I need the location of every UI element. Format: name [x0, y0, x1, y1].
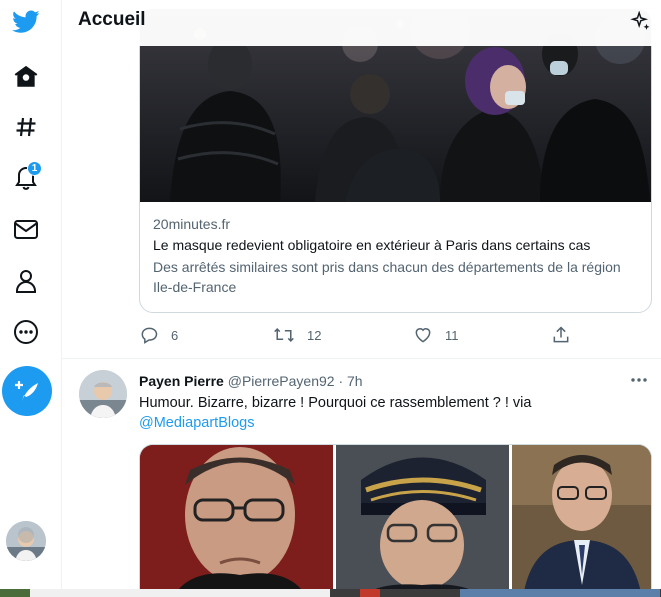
tweet-media-grid[interactable]	[139, 444, 652, 590]
taskbar-segment	[360, 589, 380, 597]
share-icon	[553, 326, 569, 343]
tweet-actions: 6 12 11	[139, 322, 579, 348]
tweet-divider	[62, 358, 661, 359]
more-dots-icon[interactable]	[627, 370, 651, 390]
timeline-header: Accueil	[62, 0, 661, 46]
home-icon[interactable]	[0, 55, 52, 99]
tweet-body: Humour. Bizarre, bizarre ! Pourquoi ce r…	[139, 395, 532, 411]
retweet-count: 12	[307, 327, 322, 343]
page-title: Accueil	[78, 9, 146, 30]
tweet-text: Humour. Bizarre, bizarre ! Pourquoi ce r…	[139, 393, 639, 433]
compose-tweet-button[interactable]	[2, 366, 52, 416]
more-circle-icon[interactable]	[0, 310, 52, 354]
sparkle-icon[interactable]	[626, 7, 656, 37]
tweet-time[interactable]: · 7h	[338, 373, 362, 389]
hashtag-icon[interactable]	[0, 105, 52, 149]
media-photo[interactable]	[512, 445, 651, 590]
like-count: 11	[445, 327, 459, 343]
media-photo[interactable]	[140, 445, 333, 590]
link-card[interactable]: 20minutes.fr Le masque redevient obligat…	[139, 8, 652, 313]
share-button[interactable]	[551, 322, 583, 348]
left-sidebar: 1	[0, 0, 52, 590]
media-photo[interactable]	[336, 445, 509, 590]
link-card-domain: 20minutes.fr	[153, 216, 231, 232]
mention-link[interactable]: @MediapartBlogs	[139, 415, 254, 431]
compose-tweet-icon	[15, 381, 38, 401]
reply-button[interactable]: 6	[139, 322, 178, 348]
avatar[interactable]	[79, 370, 127, 418]
like-button[interactable]: 11	[413, 322, 459, 348]
account-avatar[interactable]	[6, 521, 46, 561]
timeline-column: Accueil 20minutes.fr Le masque redevient…	[61, 0, 661, 590]
os-taskbar	[0, 589, 661, 597]
link-card-meta: 20minutes.fr Le masque redevient obligat…	[153, 214, 639, 297]
mail-icon[interactable]	[0, 208, 52, 252]
taskbar-segment	[0, 589, 30, 597]
author-name[interactable]: Payen Pierre	[139, 373, 224, 389]
link-card-title: Le masque redevient obligatoire en extér…	[153, 237, 591, 253]
taskbar-segment	[460, 589, 660, 597]
retweet-button[interactable]: 12	[273, 322, 321, 348]
reply-icon	[141, 327, 158, 344]
retweet-icon	[274, 327, 294, 343]
bell-icon[interactable]: 1	[0, 155, 52, 199]
tweet-header: Payen Pierre @PierrePayen92 · 7h	[139, 372, 363, 390]
author-handle[interactable]: @PierrePayen92	[228, 373, 335, 389]
link-card-description: Des arrêtés similaires sont pris dans ch…	[153, 259, 621, 295]
notification-badge: 1	[27, 161, 42, 176]
twitter-logo-icon[interactable]	[0, 0, 52, 44]
like-icon	[415, 328, 431, 343]
reply-count: 6	[171, 327, 179, 343]
profile-icon[interactable]	[0, 259, 52, 303]
taskbar-segment	[30, 589, 330, 597]
